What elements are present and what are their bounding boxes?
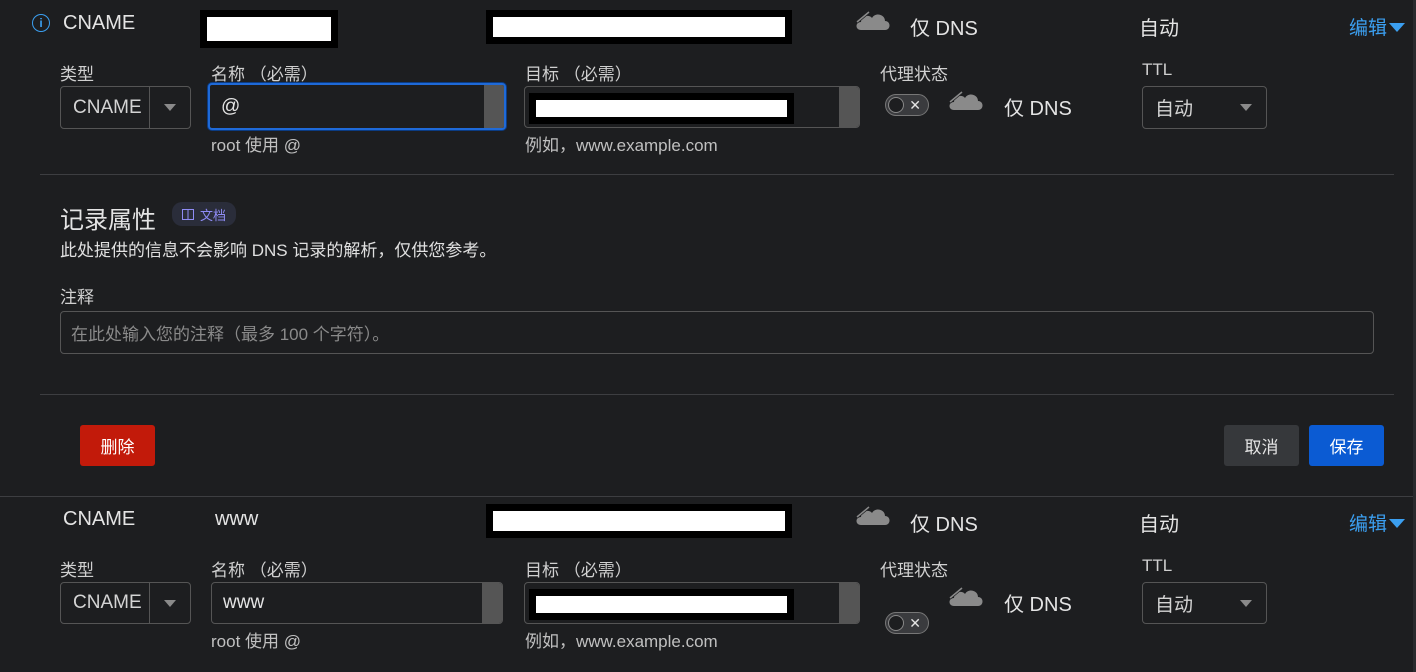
save-button[interactable]: 保存 (1309, 425, 1384, 466)
record-2-summary: CNAME www 仅 DNS 自动 编辑 (0, 497, 1416, 542)
type-select-value: CNAME (73, 96, 142, 118)
name-label: 名称 （必需） (211, 65, 318, 84)
chevron-down-icon (1389, 519, 1406, 528)
redacted-name (200, 10, 338, 48)
proxy-toggle[interactable]: ✕ (885, 94, 929, 116)
comment-input[interactable]: 在此处输入您的注释（最多 100 个字符）。 (60, 311, 1374, 354)
record-1-summary: i CNAME 仅 DNS 自动 编辑 (0, 0, 1416, 48)
name-input[interactable]: @ (208, 83, 506, 130)
input-scrollbar[interactable] (484, 85, 504, 128)
attributes-title: 记录属性 (60, 207, 156, 234)
input-scrollbar[interactable] (482, 583, 502, 623)
proxy-label: 代理状态 (880, 561, 948, 580)
proxy-status: 仅 DNS (910, 18, 978, 40)
cancel-label: 取消 (1244, 438, 1279, 457)
target-hint: 例如，www.example.com (525, 136, 718, 155)
redacted-target-value (529, 589, 794, 620)
dropdown-arrow-icon (1226, 599, 1266, 607)
target-label: 目标 （必需） (525, 65, 632, 84)
name-hint: root 使用 @ (211, 632, 301, 651)
input-scrollbar[interactable] (839, 583, 859, 623)
cloud-icon (949, 90, 983, 110)
record-type: CNAME (63, 508, 136, 530)
toggle-knob (888, 97, 904, 113)
input-scrollbar[interactable] (839, 87, 859, 127)
close-icon: ✕ (909, 97, 921, 113)
save-label: 保存 (1329, 438, 1364, 457)
divider (40, 174, 1394, 175)
ttl-value: 自动 (1139, 18, 1179, 40)
ttl-select[interactable]: 自动 (1142, 86, 1267, 129)
chevron-down-icon (1389, 23, 1406, 32)
type-label: 类型 (60, 65, 94, 84)
edit-label: 编辑 (1349, 514, 1388, 535)
doc-badge-label: 文档 (200, 207, 227, 223)
cancel-button[interactable]: 取消 (1224, 425, 1299, 466)
ttl-label: TTL (1142, 556, 1173, 575)
name-hint: root 使用 @ (211, 136, 301, 155)
name-input-value: www (223, 592, 265, 613)
name-input[interactable]: www (211, 582, 503, 624)
name-input-value: @ (221, 95, 241, 117)
redacted-target (486, 504, 792, 538)
proxy-toggle[interactable]: ✕ (885, 612, 929, 634)
proxy-status: 仅 DNS (910, 514, 978, 536)
cloud-icon (856, 10, 890, 30)
close-icon: ✕ (909, 615, 921, 631)
target-hint: 例如，www.example.com (525, 632, 718, 651)
edit-button[interactable]: 编辑 (1349, 509, 1406, 536)
redacted-target-value (529, 93, 794, 124)
dropdown-arrow-icon (150, 599, 190, 607)
type-select[interactable]: CNAME (60, 582, 191, 624)
dropdown-arrow-icon (150, 104, 190, 111)
info-icon: i (32, 14, 50, 32)
ttl-value: 自动 (1139, 514, 1179, 536)
name-label: 名称 （必需） (211, 561, 318, 580)
delete-button[interactable]: 删除 (80, 425, 155, 466)
record-type: CNAME (63, 12, 136, 34)
comment-placeholder: 在此处输入您的注释（最多 100 个字符）。 (71, 325, 390, 344)
toggle-knob (888, 615, 904, 631)
dropdown-arrow-icon (1226, 104, 1266, 111)
edit-label: 编辑 (1349, 18, 1388, 39)
divider (40, 394, 1394, 395)
ttl-select-value: 自动 (1155, 594, 1194, 616)
target-label: 目标 （必需） (525, 561, 632, 580)
proxy-status-value: 仅 DNS (1004, 98, 1072, 120)
ttl-select-value: 自动 (1155, 99, 1194, 120)
proxy-status-value: 仅 DNS (1004, 594, 1072, 616)
proxy-label: 代理状态 (880, 65, 948, 84)
type-select-value: CNAME (73, 592, 142, 613)
ttl-select[interactable]: 自动 (1142, 582, 1267, 624)
type-select[interactable]: CNAME (60, 86, 191, 129)
record-name: www (215, 508, 259, 530)
type-label: 类型 (60, 561, 94, 580)
doc-badge[interactable]: 文档 (172, 202, 237, 226)
redacted-target (486, 10, 792, 44)
delete-label: 删除 (100, 438, 135, 457)
ttl-label: TTL (1142, 60, 1173, 79)
comment-label: 注释 (60, 288, 94, 307)
cloud-icon (856, 505, 890, 525)
edit-button[interactable]: 编辑 (1349, 13, 1406, 40)
cloud-icon (949, 586, 983, 606)
book-icon (182, 208, 194, 220)
attributes-description: 此处提供的信息不会影响 DNS 记录的解析，仅供您参考。 (60, 241, 497, 260)
